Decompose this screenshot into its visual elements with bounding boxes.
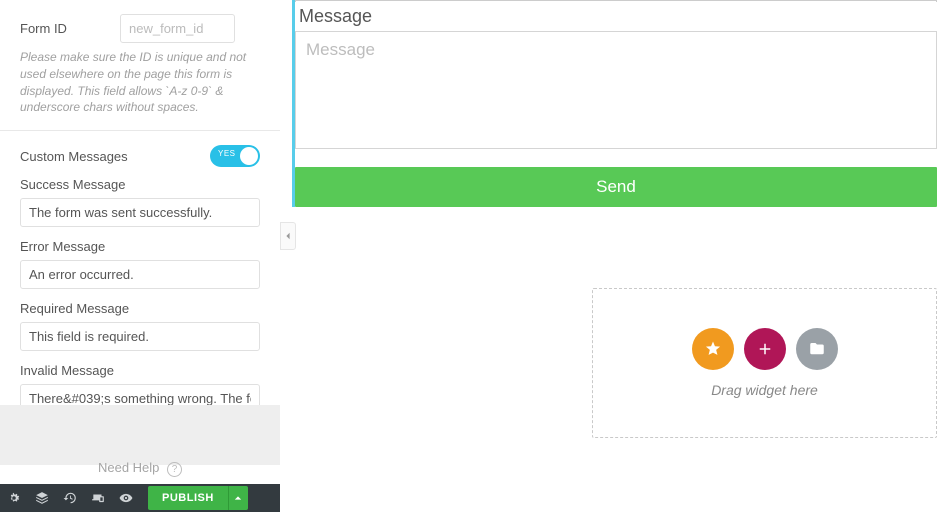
form-id-input[interactable]: [120, 14, 235, 43]
devices-icon[interactable]: [84, 484, 112, 512]
required-message-input[interactable]: [20, 322, 260, 351]
history-icon[interactable]: [56, 484, 84, 512]
sidebar-footer-fade: [0, 405, 280, 465]
success-message-block: Success Message: [0, 177, 280, 239]
required-message-block: Required Message: [0, 301, 280, 363]
custom-messages-toggle[interactable]: YES: [210, 145, 260, 167]
publish-dropdown[interactable]: [228, 486, 248, 510]
help-icon: ?: [167, 462, 182, 477]
toggle-yes-text: YES: [218, 149, 236, 158]
canvas-area: Message Message Send Drag widget here: [280, 0, 941, 512]
need-help-link[interactable]: Need Help ?: [0, 460, 280, 477]
add-widget-button[interactable]: [744, 328, 786, 370]
collapse-sidebar-button[interactable]: [280, 222, 296, 250]
invalid-message-label: Invalid Message: [20, 363, 260, 378]
error-message-label: Error Message: [20, 239, 260, 254]
publish-button[interactable]: PUBLISH: [148, 486, 228, 510]
message-textarea[interactable]: Message: [295, 31, 937, 149]
settings-sidebar: Form ID Please make sure the ID is uniqu…: [0, 0, 280, 512]
bottom-toolbar: PUBLISH: [0, 484, 280, 512]
form-id-group: Form ID Please make sure the ID is uniqu…: [0, 0, 280, 130]
layers-icon[interactable]: [28, 484, 56, 512]
preview-icon[interactable]: [112, 484, 140, 512]
settings-icon[interactable]: [0, 484, 28, 512]
folder-widget-button[interactable]: [796, 328, 838, 370]
error-message-input[interactable]: [20, 260, 260, 289]
star-widget-button[interactable]: [692, 328, 734, 370]
custom-messages-title: Custom Messages: [20, 149, 128, 164]
form-preview: Message Message Send: [292, 0, 941, 207]
widget-dropzone[interactable]: Drag widget here: [592, 288, 937, 438]
success-message-input[interactable]: [20, 198, 260, 227]
dropzone-label: Drag widget here: [711, 382, 818, 398]
success-message-label: Success Message: [20, 177, 260, 192]
custom-messages-header: Custom Messages YES: [0, 131, 280, 177]
form-id-help-text: Please make sure the ID is unique and no…: [20, 49, 260, 116]
form-id-label: Form ID: [20, 21, 120, 36]
send-button[interactable]: Send: [295, 167, 937, 207]
need-help-text: Need Help: [98, 460, 159, 475]
required-message-label: Required Message: [20, 301, 260, 316]
publish-group: PUBLISH: [148, 486, 248, 510]
error-message-block: Error Message: [0, 239, 280, 301]
message-field-label: Message: [295, 2, 941, 31]
dropzone-actions: [692, 328, 838, 370]
toggle-knob: [240, 147, 258, 165]
